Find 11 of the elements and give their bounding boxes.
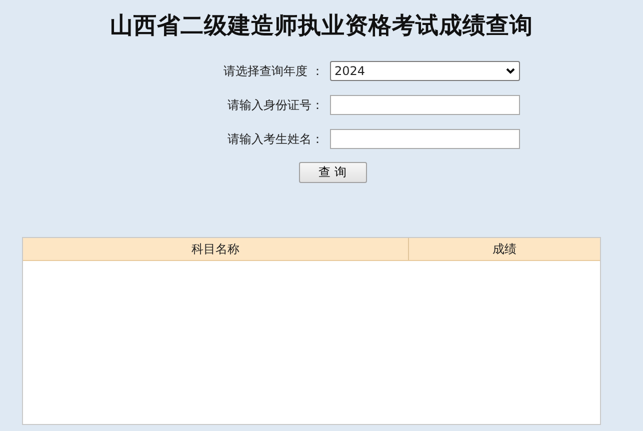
page-title: 山西省二级建造师执业资格考试成绩查询 [110,11,533,41]
input-field[interactable] [330,129,520,149]
column-header: 科目名称 [23,238,409,260]
caret-icon [506,68,514,74]
query-button[interactable]: 查 询 [298,162,366,183]
year-select[interactable]: 2024 [330,61,520,81]
field-label: 请输入身份证号： [226,96,324,114]
column-header: 成绩 [492,240,518,258]
field-label: 请输入考生姓名： [226,130,324,148]
input-field[interactable] [330,95,520,115]
field-label: 请选择查询年度 ： [222,62,324,80]
